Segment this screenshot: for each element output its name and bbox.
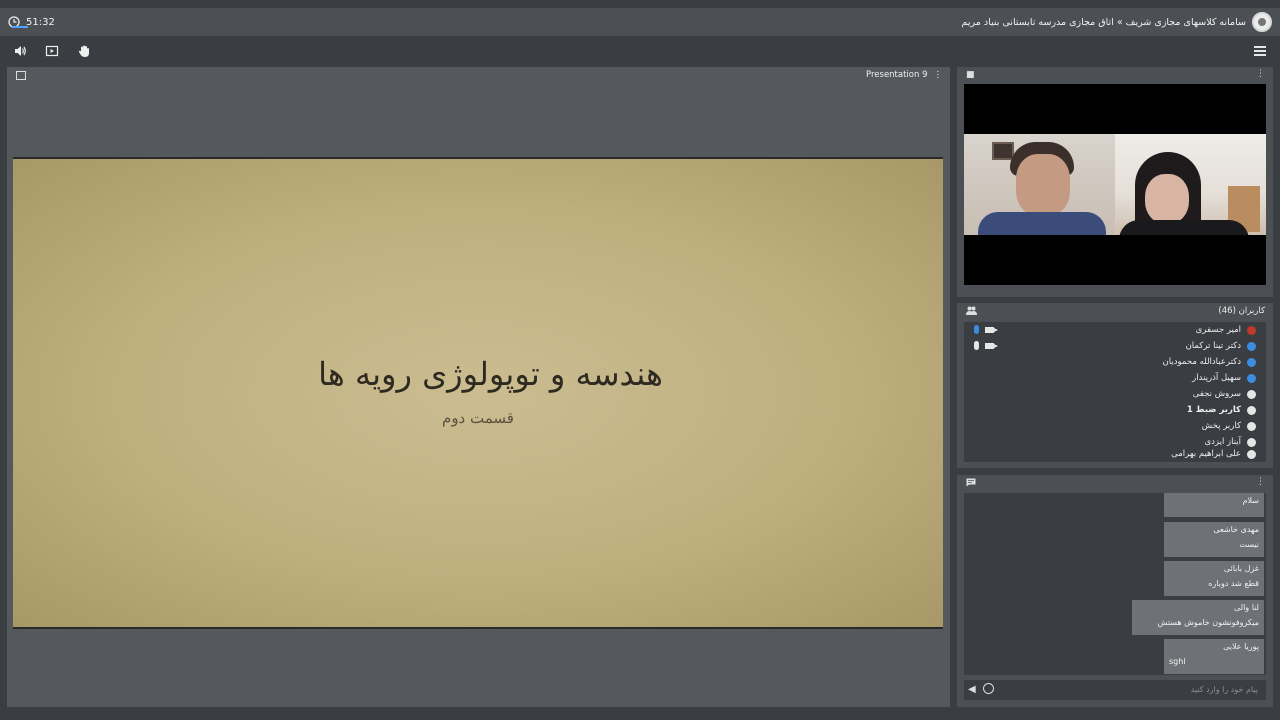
user-icon [1247, 373, 1256, 383]
user-name: سهیل آذرپندار [1192, 373, 1241, 383]
list-item[interactable]: کاربر پخش [964, 418, 1266, 434]
list-item[interactable]: دکترعبادالله محمودیان [964, 354, 1266, 370]
audio-active-indicator [12, 26, 28, 28]
hamburger-menu-icon[interactable] [1254, 46, 1266, 56]
chat-panel: ⋮ سلام مهدی خاشعی نیست غزل بابائی قطع شد… [957, 475, 1273, 707]
presentation-slide: هندسه و توپولوژی رویه ها قسمت دوم [13, 157, 943, 629]
message-author: غزل بابائی [1223, 564, 1259, 573]
action-toolbar [0, 36, 1280, 66]
users-icon [966, 306, 977, 318]
user-name: دکتر تینا ترکمان [1185, 341, 1241, 351]
chat-message: لنا والی میکروفونشون خاموش هستش [1132, 600, 1264, 635]
camera-icon [985, 343, 998, 349]
user-name: کاربر پخش [1201, 421, 1241, 431]
message-text: سلام [1242, 496, 1259, 505]
message-text: میکروفونشون خاموش هستش [1157, 618, 1259, 627]
room-title-text: سامانه کلاسهای مجازی شریف » اتاق مجازی م… [961, 16, 1246, 28]
message-text: sghl [1169, 657, 1186, 666]
message-author: لنا والی [1233, 603, 1259, 612]
video-tile-1[interactable] [964, 134, 1115, 235]
send-icon[interactable]: ◀ [968, 684, 976, 695]
presentation-area: Presentation 9 ⋮ هندسه و توپولوژی رویه ه… [7, 67, 950, 707]
chat-messages: سلام مهدی خاشعی نیست غزل بابائی قطع شد د… [964, 493, 1266, 675]
user-icon [1247, 325, 1256, 335]
chat-message: سلام [1164, 493, 1264, 517]
microphone-icon [974, 325, 979, 334]
user-icon [1247, 357, 1256, 367]
user-icon [1247, 405, 1256, 415]
user-list: امیر جسفری دکتر تینا ترکمان دکترعبادالله… [964, 322, 1266, 462]
user-name: امیر جسفری [1195, 325, 1241, 335]
message-text: قطع شد دوباره [1208, 579, 1259, 588]
screen-share-icon[interactable] [45, 44, 59, 58]
video-stream [964, 84, 1266, 285]
users-panel: کاربران (46) امیر جسفری دکتر تینا ترکمان… [957, 303, 1273, 468]
raise-hand-icon[interactable] [77, 44, 91, 58]
chat-message: پوریا علایی sghl [1164, 639, 1264, 674]
user-icon [1247, 421, 1256, 431]
presentation-label: Presentation 9 [866, 70, 928, 80]
top-bar: 51:32 سامانه کلاسهای مجازی شریف » اتاق م… [0, 8, 1280, 36]
users-count: کاربران (46) [1218, 306, 1265, 316]
message-author: پوریا علایی [1223, 642, 1259, 651]
chat-icon [966, 478, 976, 490]
slide-title: هندسه و توپولوژی رویه ها [318, 355, 663, 393]
webcam-panel: ■ ⋮ [957, 67, 1273, 297]
timer-text: 51:32 [26, 16, 55, 28]
list-item[interactable]: کاربر ضبط 1 [964, 402, 1266, 418]
user-name: کاربر ضبط 1 [1186, 405, 1241, 415]
list-item[interactable]: سروش نجفی [964, 386, 1266, 402]
university-logo-icon [1252, 12, 1272, 32]
message-text: نیست [1239, 540, 1259, 549]
video-tile-2[interactable] [1115, 134, 1266, 235]
chat-options-icon[interactable]: ⋮ [1256, 477, 1265, 487]
minimize-presentation-icon[interactable] [16, 71, 26, 80]
list-item[interactable]: سهیل آذرپندار [964, 370, 1266, 386]
user-name: علی ابراهیم بهرامی [1171, 449, 1241, 459]
chat-message: مهدی خاشعی نیست [1164, 522, 1264, 557]
user-name: سروش نجفی [1192, 389, 1241, 399]
message-author: مهدی خاشعی [1213, 525, 1259, 534]
slide-subtitle: قسمت دوم [442, 409, 514, 427]
camera-icon [985, 327, 998, 333]
presentation-options-icon[interactable]: ⋮ [934, 70, 943, 80]
chat-input-placeholder[interactable]: پیام خود را وارد کنید [1191, 685, 1258, 694]
user-name: دکترعبادالله محمودیان [1162, 357, 1241, 367]
list-item[interactable]: امیر جسفری [964, 322, 1266, 338]
microphone-icon [974, 341, 979, 350]
presentation-header: Presentation 9 ⋮ [866, 70, 942, 80]
speaker-icon[interactable] [13, 44, 27, 58]
user-icon [1247, 389, 1256, 399]
list-item[interactable]: دکتر تینا ترکمان [964, 338, 1266, 354]
list-item[interactable]: علی ابراهیم بهرامی [964, 446, 1266, 462]
video-camera-icon: ■ [966, 70, 975, 80]
webcam-options-icon[interactable]: ⋮ [1256, 69, 1265, 79]
chat-message: غزل بابائی قطع شد دوباره [1164, 561, 1264, 596]
chat-input-bar[interactable]: ◀ پیام خود را وارد کنید [964, 680, 1266, 700]
user-icon [1247, 341, 1256, 351]
room-title: سامانه کلاسهای مجازی شریف » اتاق مجازی م… [962, 12, 1272, 32]
emoji-icon[interactable] [983, 683, 994, 694]
user-icon [1247, 449, 1256, 459]
